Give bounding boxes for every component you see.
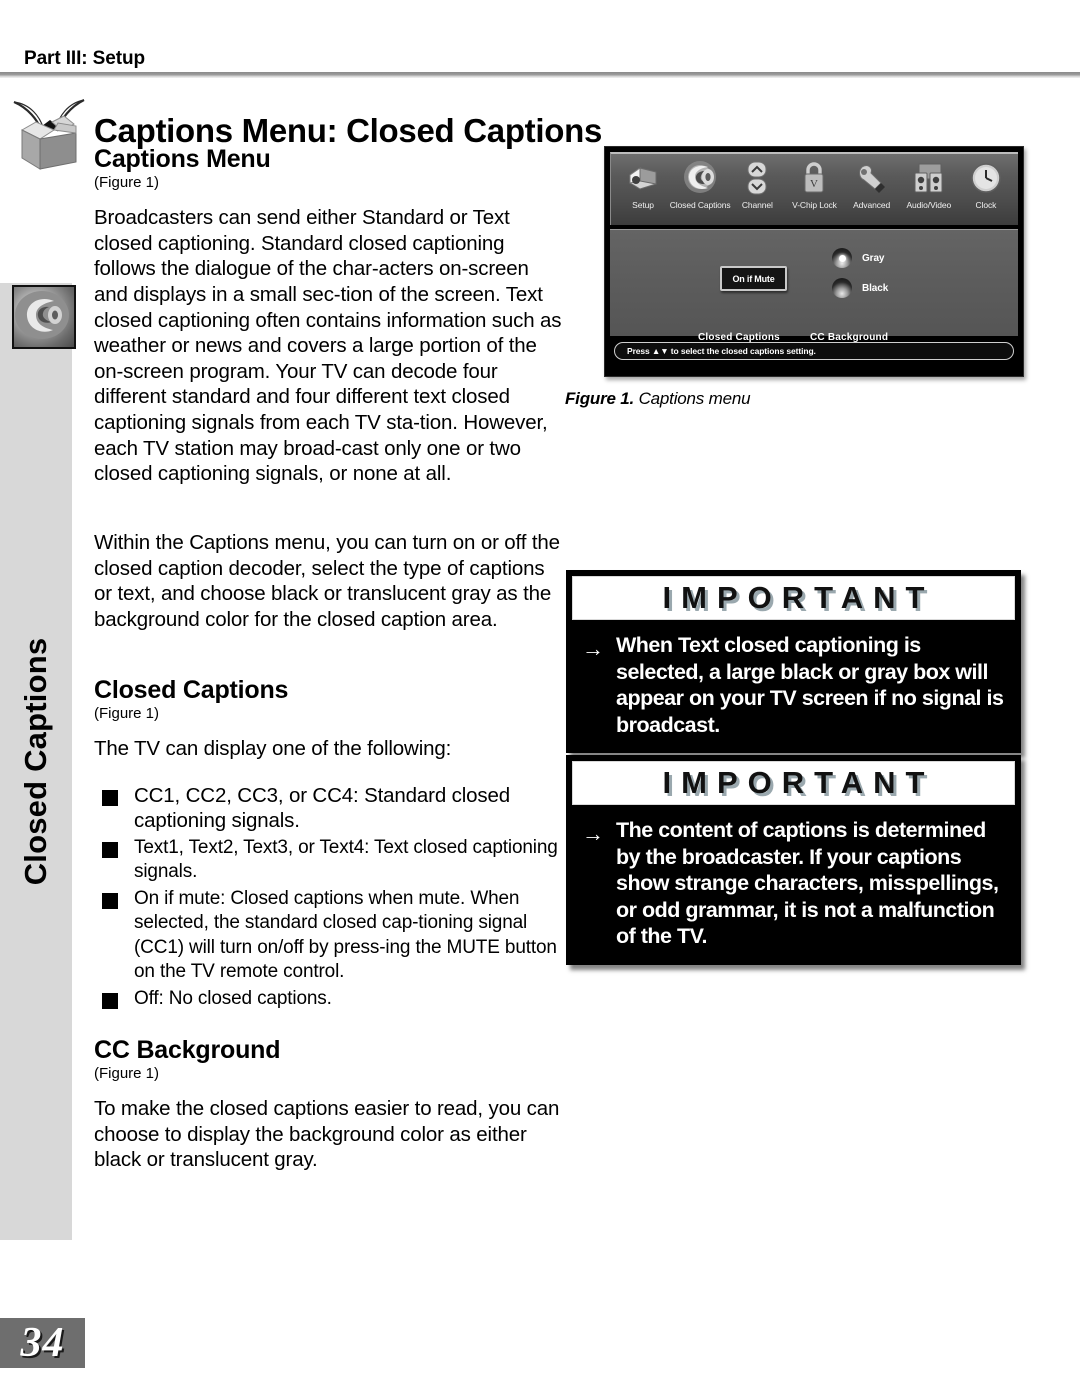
tv-menu-label: Advanced <box>853 200 891 210</box>
open-box-icon <box>6 86 92 176</box>
tv-menu-label: Channel <box>741 200 773 210</box>
right-arrow-icon: → <box>582 636 604 661</box>
tv-captions-menu-figure: Setup Closed Captions Channel V V-Chip L… <box>604 146 1024 377</box>
tv-menu-icon-bar: Setup Closed Captions Channel V V-Chip L… <box>610 152 1018 225</box>
tv-menu-hint-text: Press ▲▼ to select the closed captions s… <box>627 346 816 356</box>
right-figure-column: Setup Closed Captions Channel V V-Chip L… <box>563 146 1033 409</box>
tv-menu-item-clock[interactable]: Clock <box>958 156 1014 210</box>
radio-unselected-icon <box>832 278 852 298</box>
side-tab-ear-icon <box>12 285 76 349</box>
list-item: CC1, CC2, CC3, or CC4: Standard closed c… <box>94 783 564 834</box>
radio-selected-icon <box>832 248 852 268</box>
paragraph-tv-can-display: The TV can display one of the following: <box>94 737 452 761</box>
paragraph-cc-background: To make the closed captions easier to re… <box>94 1097 560 1172</box>
cc-background-option-black[interactable]: Black <box>832 278 888 298</box>
square-bullet-icon <box>102 841 118 858</box>
important-header-2: IMPORTANT <box>572 761 1015 805</box>
closed-captions-options-list: CC1, CC2, CC3, or CC4: Standard closed c… <box>94 783 564 1012</box>
tv-menu-label: Audio/Video <box>906 200 952 210</box>
page-number: 34 <box>20 1320 65 1366</box>
clock-icon <box>969 156 1003 200</box>
radio-label: Gray <box>862 252 885 264</box>
tv-menu-label: V-Chip Lock <box>792 200 837 210</box>
tv-menu-item-advanced[interactable]: Advanced <box>844 156 900 210</box>
list-item-text: Off: No closed captions. <box>134 987 332 1009</box>
figure-ref-2: (Figure 1) <box>94 705 160 723</box>
square-bullet-icon <box>102 992 118 1009</box>
paragraph-within-captions-menu: Within the Captions menu, you can turn o… <box>94 531 560 632</box>
tv-menu-item-audio-video[interactable]: Audio/Video <box>901 156 957 210</box>
setup-camera-icon <box>626 156 660 200</box>
figure-caption-text: Captions menu <box>638 389 751 408</box>
list-item: On if mute: Closed captions when mute. W… <box>94 887 564 985</box>
important-text: The content of captions is determined by… <box>616 818 999 948</box>
cc-background-option-gray[interactable]: Gray <box>832 248 885 268</box>
figure-caption-number: Figure 1. <box>565 389 635 408</box>
important-header-1: IMPORTANT <box>572 576 1015 620</box>
right-arrow-icon: → <box>582 821 604 846</box>
important-text: When Text closed captioning is selected,… <box>616 633 1004 737</box>
side-tab-closed-captions: Closed Captions <box>0 283 72 1240</box>
important-title: IMPORTANT <box>662 765 935 800</box>
header-rule <box>0 72 1080 78</box>
tv-menu-hint-bar: Press ▲▼ to select the closed captions s… <box>614 342 1014 360</box>
ear-icon <box>681 156 719 200</box>
list-item: Off: No closed captions. <box>94 987 564 1012</box>
left-text-column: Captions Menu (Figure 1) Broadcasters ca… <box>94 146 564 1194</box>
important-box-2: IMPORTANT → The content of captions is d… <box>566 755 1021 965</box>
list-item-text: On if mute: Closed captions when mute. W… <box>134 887 557 983</box>
side-tab-label: Closed Captions <box>18 637 53 886</box>
list-item: Text1, Text2, Text3, or Text4: Text clos… <box>94 836 564 885</box>
speakers-icon <box>912 156 946 200</box>
padlock-icon: V <box>801 156 827 200</box>
list-item-text: Text1, Text2, Text3, or Text4: Text clos… <box>134 836 558 883</box>
paragraph-broadcasters: Broadcasters can send either Standard or… <box>94 206 562 486</box>
up-down-chevrons-icon <box>745 156 769 200</box>
figure-ref-1: (Figure 1) <box>94 174 160 192</box>
section-heading-closed-captions: Closed Captions <box>94 676 289 705</box>
section-heading-cc-background: CC Background <box>94 1036 281 1064</box>
figure-caption: Figure 1. Captions menu <box>565 389 1033 409</box>
closed-captions-value-box[interactable]: On if Mute <box>720 266 787 291</box>
important-box-1: IMPORTANT → When Text closed captioning … <box>566 570 1021 753</box>
tv-menu-item-setup[interactable]: Setup <box>615 156 671 210</box>
wrench-icon <box>855 156 889 200</box>
tv-menu-item-channel[interactable]: Channel <box>729 156 785 210</box>
list-item-text: CC1, CC2, CC3, or CC4: Standard closed c… <box>134 783 510 833</box>
square-bullet-icon <box>102 789 118 806</box>
page-number-badge: 34 <box>0 1318 85 1368</box>
tv-menu-item-vchip-lock[interactable]: V V-Chip Lock <box>786 156 842 210</box>
tv-menu-label: Setup <box>632 200 654 210</box>
important-body-1: → When Text closed captioning is selecte… <box>572 620 1015 740</box>
section-heading-captions-menu: Captions Menu <box>94 145 271 173</box>
svg-text:V: V <box>810 178 818 190</box>
tv-menu-label: Closed Captions <box>669 200 731 210</box>
tv-menu-item-closed-captions[interactable]: Closed Captions <box>669 156 731 210</box>
square-bullet-icon <box>102 892 118 909</box>
important-body-2: → The content of captions is determined … <box>572 805 1015 952</box>
part-header: Part III: Setup <box>24 48 145 69</box>
radio-label: Black <box>862 282 889 294</box>
figure-ref-3: (Figure 1) <box>94 1065 160 1083</box>
tv-menu-body: On if Mute Gray Black Closed Captions CC… <box>610 229 1018 343</box>
tv-menu-label: Clock <box>975 200 997 210</box>
important-title: IMPORTANT <box>662 580 935 615</box>
closed-captions-value: On if Mute <box>732 273 775 284</box>
